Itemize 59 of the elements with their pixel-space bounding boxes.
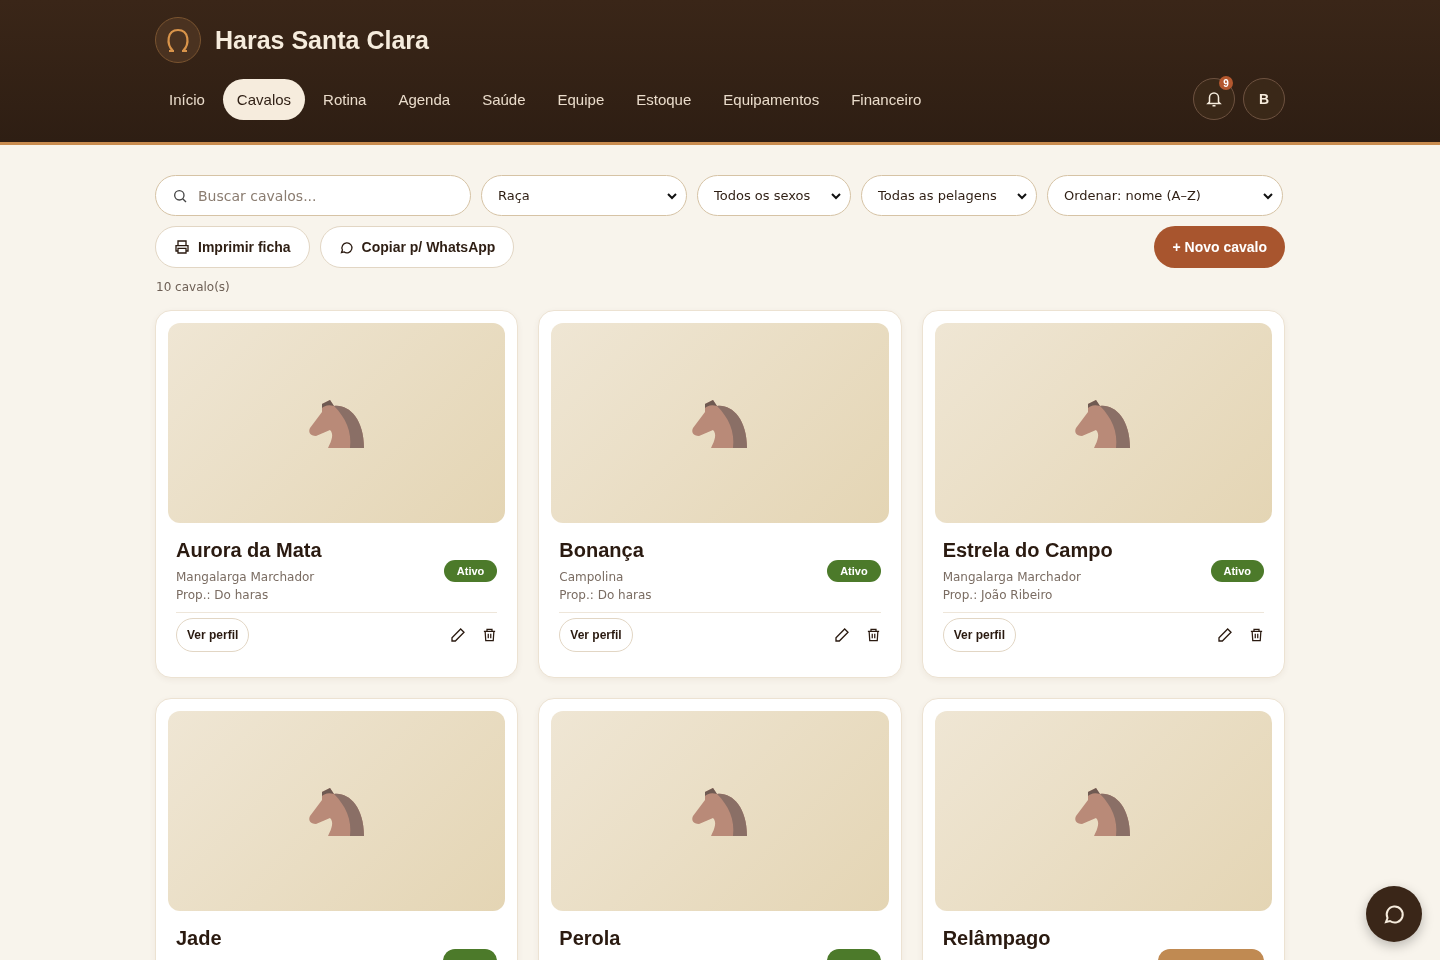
result-count: 10 cavalo(s) [156, 280, 231, 294]
view-profile-button[interactable]: Ver perfil [559, 618, 633, 652]
horse-owner: Prop.: João Ribeiro [942, 588, 1054, 602]
filter-select[interactable]: Todos os sexos [697, 175, 851, 216]
horse-name: Perola [559, 927, 622, 950]
new-horse-button[interactable]: + Novo cavalo [1154, 226, 1285, 268]
app-title: Haras Santa Clara [215, 25, 429, 55]
filter-select[interactable]: Todas as pelagens [861, 175, 1037, 216]
print-button[interactable]: Imprimir ficha [155, 226, 310, 268]
horse-name: Relâmpago [942, 927, 1052, 950]
horse-owner: Prop.: Do haras [559, 588, 653, 602]
edit-button[interactable] [450, 627, 467, 643]
horse-name: Estrela do Campo [942, 539, 1114, 562]
chat-button[interactable] [1366, 886, 1422, 942]
status-badge: Ativo [827, 559, 881, 582]
copy-button[interactable]: Copiar p/ WhatsApp [319, 226, 515, 268]
bell-icon [1205, 90, 1223, 108]
avatar-button[interactable]: B [1243, 78, 1285, 120]
nav-tab[interactable]: Rotina [309, 78, 381, 120]
horse-name: Jade [176, 927, 223, 950]
nav-tab[interactable]: Início [155, 78, 219, 120]
status-badge: Ativo [1210, 559, 1264, 582]
printer-icon [174, 239, 190, 255]
edit-icon [450, 627, 467, 643]
horseshoe-icon [164, 26, 192, 54]
view-profile-button[interactable]: Ver perfil [176, 618, 250, 652]
horse-name: Bonança [559, 539, 645, 562]
search-icon [172, 187, 188, 204]
status-badge: Ativo [443, 559, 498, 582]
horse-breed: Mangalarga Marchador [176, 570, 316, 584]
nav-tab[interactable]: Estoque [622, 78, 706, 120]
notifications-button[interactable]: 9 [1193, 78, 1235, 120]
nav-tab[interactable]: Financeiro [837, 78, 936, 120]
nav-tab[interactable]: Saúde [468, 78, 540, 120]
edit-icon [833, 627, 850, 643]
trash-icon [865, 627, 881, 643]
filter-select[interactable]: Raça [481, 175, 687, 216]
notification-count: 9 [1219, 76, 1233, 90]
nav-tab[interactable]: Cavalos [222, 78, 306, 120]
horse-breed: Campolina [559, 570, 625, 584]
chat-icon [338, 239, 354, 255]
nav-tab[interactable]: Agenda [384, 78, 465, 120]
trash-icon [1249, 627, 1264, 643]
trash-icon [482, 627, 498, 643]
delete-button[interactable] [482, 627, 498, 643]
delete-button[interactable] [1249, 627, 1264, 643]
edit-button[interactable] [833, 627, 850, 643]
edit-button[interactable] [1217, 627, 1233, 643]
edit-icon [1217, 627, 1233, 643]
nav-tab[interactable]: Equipe [543, 78, 619, 120]
horse-name: Aurora da Mata [176, 539, 323, 562]
search-field[interactable]: Buscar cavalos... [155, 175, 471, 216]
horse-owner: Prop.: Do haras [176, 588, 270, 602]
search-input[interactable]: Buscar cavalos... [196, 186, 454, 205]
delete-button[interactable] [865, 627, 881, 643]
nav-tab[interactable]: Equipamentos [709, 78, 834, 120]
filter-select[interactable]: Ordenar: nome (A–Z) [1047, 175, 1283, 216]
horse-breed: Mangalarga Marchador [942, 570, 1082, 584]
view-profile-button[interactable]: Ver perfil [942, 618, 1016, 652]
